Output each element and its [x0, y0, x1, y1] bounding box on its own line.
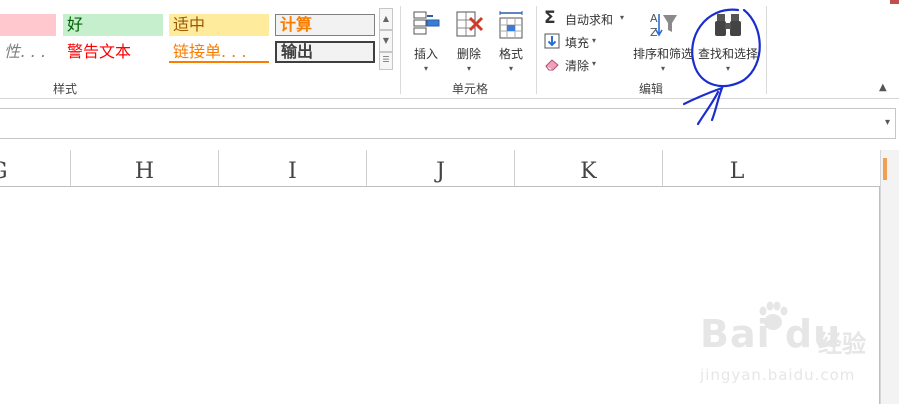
cells-group-label: 单元格	[451, 82, 488, 96]
style-linked-cell[interactable]: 链接单. . .	[169, 41, 269, 63]
autosum-label: 自动求和	[565, 13, 614, 27]
chevron-down-icon: ▾	[620, 13, 625, 22]
chevron-down-icon: ▾	[466, 64, 471, 73]
column-header-g[interactable]: G	[0, 150, 71, 186]
chevron-down-icon: ▾	[592, 36, 597, 45]
collapse-ribbon-icon[interactable]: ▲	[879, 82, 887, 93]
styles-group-label: 样式	[52, 82, 77, 96]
gallery-more[interactable]: ☰	[379, 52, 393, 70]
style-neutral[interactable]: 适中	[169, 14, 269, 36]
style-warning[interactable]: 警告文本	[63, 41, 163, 63]
format-label: 格式	[498, 47, 523, 61]
style-good[interactable]: 好	[63, 14, 163, 36]
column-header-h[interactable]: H	[71, 150, 219, 186]
gallery-scroll-down[interactable]: ▼	[379, 30, 393, 52]
chevron-down-icon: ▾	[592, 59, 597, 68]
format-cells-icon	[499, 11, 523, 39]
insert-button[interactable]: 插入 ▾	[406, 10, 446, 76]
sort-filter-button[interactable]: A Z 排序和筛选 ▾	[632, 10, 694, 76]
insert-label: 插入	[413, 47, 438, 61]
style-output[interactable]: 输出	[275, 41, 375, 63]
group-separator	[766, 6, 767, 94]
chevron-down-icon: ▾	[508, 64, 513, 73]
style-bad[interactable]	[0, 14, 56, 36]
column-header-l[interactable]: L	[663, 150, 811, 186]
style-calculation[interactable]: 计算	[275, 14, 375, 36]
chevron-down-icon: ▾	[423, 64, 428, 73]
fill-button[interactable]: 填充 ▾	[544, 32, 604, 52]
ribbon: 好 适中 计算 性. . . 警告文本 链接单. . . 输出 ▲ ▼ ☰ 样式…	[0, 0, 899, 99]
scroll-indicator[interactable]	[883, 158, 887, 180]
format-button[interactable]: 格式 ▾	[492, 10, 530, 76]
delete-button[interactable]: 删除 ▾	[449, 10, 489, 76]
chevron-down-icon: ▾	[660, 64, 665, 73]
expand-formula-bar-icon[interactable]: ▾	[885, 117, 890, 128]
column-header-k[interactable]: K	[515, 150, 663, 186]
watermark-cn: 经验	[818, 330, 866, 358]
svg-text:A: A	[650, 12, 658, 25]
clear-label: 清除	[565, 59, 590, 73]
column-header-row: G H I J K L	[0, 150, 880, 187]
window-control-fragment	[890, 0, 899, 4]
binoculars-icon	[715, 14, 741, 36]
chevron-up-icon: ▲	[382, 14, 390, 23]
group-separator	[400, 6, 401, 94]
delete-cells-icon	[456, 11, 484, 37]
delete-label: 删除	[456, 47, 481, 61]
sort-filter-label: 排序和筛选	[632, 47, 693, 61]
more-icon: ☰	[382, 55, 390, 64]
eraser-icon	[545, 59, 559, 71]
column-header-j[interactable]: J	[367, 150, 515, 186]
column-header-i[interactable]: I	[219, 150, 367, 186]
find-select-button[interactable]: 查找和选择 ▾	[696, 10, 760, 76]
sort-filter-icon: A Z	[650, 12, 677, 39]
autosum-button[interactable]: Σ 自动求和 ▾	[544, 9, 630, 29]
insert-cells-icon	[413, 11, 440, 35]
find-select-label: 查找和选择	[697, 47, 758, 61]
clear-button[interactable]: 清除 ▾	[544, 55, 604, 75]
editing-group-label: 编辑	[638, 82, 663, 96]
chevron-down-icon: ▼	[382, 36, 390, 45]
gallery-scroll-up[interactable]: ▲	[379, 8, 393, 30]
fill-label: 填充	[565, 36, 590, 50]
watermark-url: jingyan.baidu.com	[700, 366, 856, 384]
group-separator	[536, 6, 537, 94]
baidu-jingyan-watermark: Bai du 经验 jingyan.baidu.com	[700, 300, 890, 390]
chevron-down-icon: ▾	[725, 64, 730, 73]
style-explanatory[interactable]: 性. . .	[0, 41, 56, 63]
sigma-icon: Σ	[544, 8, 556, 28]
formula-input[interactable]: ▾	[0, 108, 896, 139]
fill-down-icon	[544, 33, 560, 49]
